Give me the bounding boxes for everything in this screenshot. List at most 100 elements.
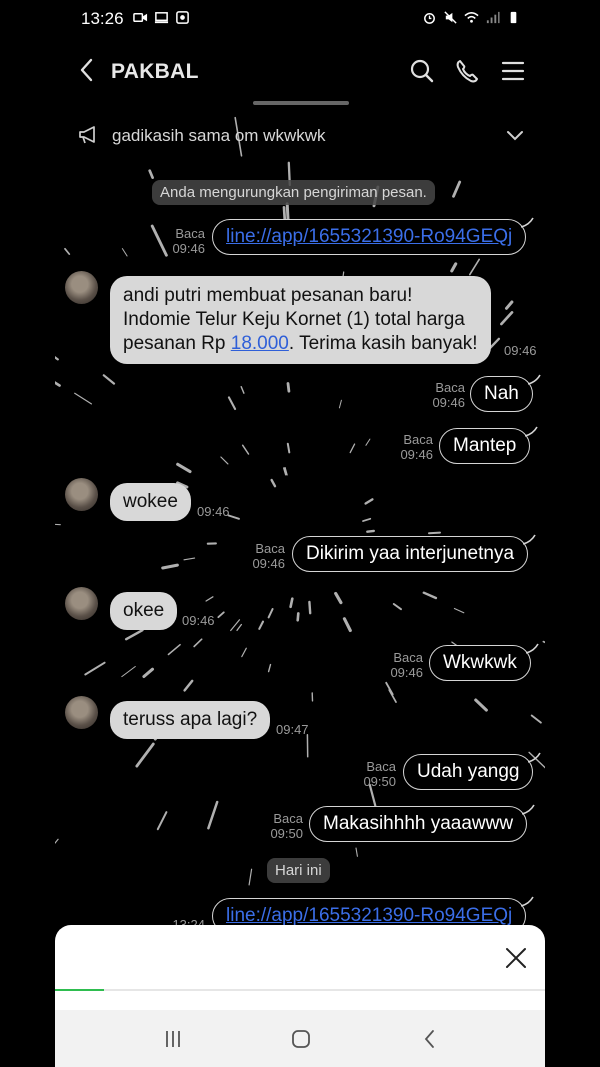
- wallpaper-streak: [248, 868, 253, 886]
- chat-title[interactable]: PAKBAL: [111, 60, 199, 84]
- wallpaper-streak: [342, 617, 352, 633]
- wallpaper-streak: [55, 838, 59, 844]
- message-meta: Baca 09:46: [395, 432, 433, 462]
- message-time: 09:46: [182, 613, 215, 628]
- bubble-tail: [522, 804, 535, 815]
- wallpaper-streak: [55, 381, 61, 387]
- message-link[interactable]: line://app/1655321390-Ro94GEQj: [226, 226, 512, 247]
- message-time: 09:46: [432, 395, 465, 410]
- incoming-message[interactable]: okee: [110, 592, 178, 630]
- avatar[interactable]: [65, 587, 98, 620]
- outgoing-message[interactable]: Makasihhhh yaaawww: [309, 804, 535, 842]
- bubble-tail: [523, 534, 536, 545]
- nav-back-icon[interactable]: [419, 1028, 441, 1050]
- wallpaper-streak: [176, 462, 192, 474]
- bubble-tail: [525, 426, 539, 437]
- message-text: Mantep: [453, 435, 517, 456]
- outgoing-message[interactable]: Udah yangg: [403, 752, 542, 790]
- wallpaper-streak: [55, 356, 59, 361]
- home-icon[interactable]: [290, 1028, 312, 1050]
- bubble-tail: [527, 374, 541, 385]
- wallpaper-streak: [207, 800, 219, 830]
- back-icon[interactable]: [75, 55, 99, 85]
- search-icon[interactable]: [408, 57, 436, 85]
- bubble-tail: [528, 752, 542, 763]
- recents-icon[interactable]: [162, 1028, 184, 1050]
- wallpaper-streak: [267, 608, 274, 619]
- wallpaper-streak: [364, 498, 374, 505]
- wallpaper-streak: [500, 311, 514, 326]
- wallpaper-streak: [267, 663, 272, 673]
- wallpaper-streak: [505, 300, 514, 310]
- mute-icon: [444, 11, 457, 24]
- incoming-message[interactable]: andi putri membuat pesanan baru! Indomie…: [110, 276, 491, 364]
- header-drag-handle[interactable]: [253, 101, 349, 105]
- avatar[interactable]: [65, 478, 98, 511]
- chat-screen: 13:26 PAKBAL gadikasih sama om wkwkwk An…: [55, 0, 545, 1067]
- wallpaper-streak: [422, 591, 438, 600]
- wallpaper-streak: [366, 529, 375, 533]
- bubble-tail: [525, 643, 539, 654]
- outgoing-message[interactable]: line://app/1655321390-Ro94GEQj: [212, 217, 534, 255]
- outgoing-message[interactable]: Wkwkwk: [429, 643, 539, 681]
- read-status: Baca: [403, 432, 433, 447]
- menu-icon[interactable]: [499, 57, 527, 85]
- message-meta: Baca 09:46: [385, 650, 423, 680]
- outgoing-message[interactable]: Nah: [470, 374, 541, 412]
- wifi-icon: [464, 12, 479, 23]
- wallpaper-streak: [167, 643, 181, 656]
- message-time: 09:46: [172, 241, 205, 256]
- incoming-message[interactable]: teruss apa lagi?: [110, 701, 271, 739]
- signal-icon: [486, 11, 500, 24]
- wallpaper-streak: [64, 247, 71, 255]
- message-link[interactable]: line://app/1655321390-Ro94GEQj: [226, 905, 512, 926]
- wallpaper-streak: [227, 396, 237, 411]
- wallpaper-streak: [135, 742, 155, 768]
- wallpaper-streak: [334, 591, 343, 605]
- outgoing-message[interactable]: Mantep: [439, 426, 539, 464]
- message-time: 09:46: [197, 504, 230, 519]
- wallpaper-streak: [258, 620, 265, 630]
- status-bar: 13:26: [55, 0, 545, 38]
- wallpaper-streak: [349, 443, 356, 454]
- wallpaper-streak: [365, 438, 371, 446]
- read-status: Baca: [273, 811, 303, 826]
- outgoing-message[interactable]: Dikirim yaa interjunetnya: [292, 534, 536, 572]
- wallpaper-streak: [286, 382, 291, 393]
- message-text: Wkwkwk: [443, 652, 517, 673]
- message-time: 09:50: [270, 826, 303, 841]
- phone-icon[interactable]: [453, 57, 481, 85]
- avatar[interactable]: [65, 696, 98, 729]
- message-time: 09:47: [276, 722, 309, 737]
- wallpaper-streak: [205, 596, 214, 602]
- wallpaper-streak: [385, 681, 394, 696]
- wallpaper-streak: [183, 557, 196, 561]
- loading-progress-bar: [55, 989, 545, 991]
- incoming-message[interactable]: wokee: [110, 483, 191, 521]
- announcement-bar[interactable]: gadikasih sama om wkwkwk: [55, 118, 545, 154]
- bottom-sheet: [55, 925, 545, 1067]
- read-status: Baca: [255, 541, 285, 556]
- wallpaper-streak: [542, 640, 545, 644]
- screen-icon: [154, 12, 169, 24]
- wallpaper-streak: [241, 647, 247, 658]
- close-icon[interactable]: [503, 945, 529, 971]
- wallpaper-streak: [530, 714, 542, 724]
- wallpaper-streak: [338, 399, 342, 409]
- wallpaper-streak: [428, 531, 441, 535]
- chevron-down-icon[interactable]: [505, 126, 525, 146]
- avatar[interactable]: [65, 271, 98, 304]
- read-status: Baca: [175, 226, 205, 241]
- wallpaper-streak: [468, 258, 481, 276]
- wallpaper-streak: [308, 600, 312, 615]
- message-text: wokee: [123, 491, 178, 512]
- wallpaper-streak: [355, 847, 358, 857]
- wallpaper-streak: [121, 248, 128, 257]
- wallpaper-streak: [142, 667, 154, 678]
- app-icon: [176, 11, 189, 24]
- message-text: Makasihhhh yaaawww: [323, 813, 514, 834]
- price-link[interactable]: 18.000: [231, 333, 289, 354]
- message-meta: Baca 09:50: [358, 759, 396, 789]
- wallpaper-streak: [270, 478, 277, 488]
- wallpaper-streak: [286, 442, 291, 454]
